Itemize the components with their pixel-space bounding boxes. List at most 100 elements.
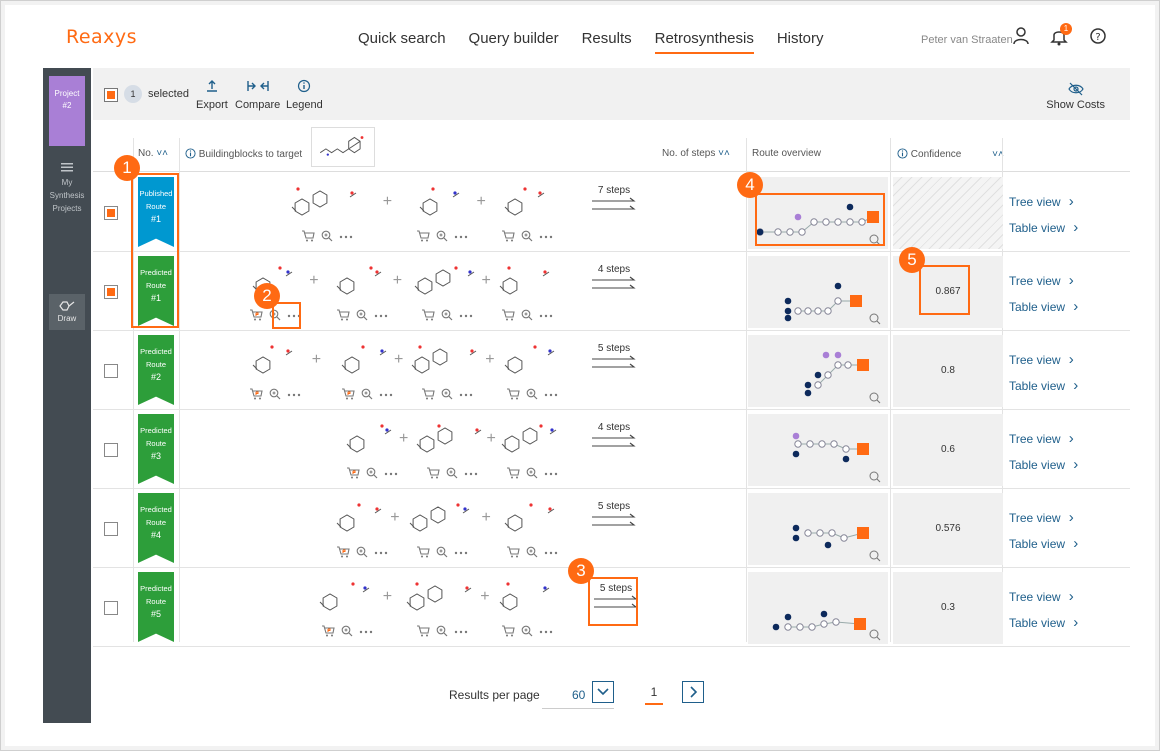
target-structure-thumbnail[interactable] bbox=[311, 127, 375, 167]
zoom-icon[interactable] bbox=[436, 230, 448, 242]
cart-icon[interactable] bbox=[416, 546, 430, 558]
zoom-icon[interactable] bbox=[446, 467, 458, 479]
cart-icon[interactable] bbox=[249, 388, 263, 400]
molecule-structure[interactable] bbox=[338, 335, 388, 383]
zoom-icon[interactable] bbox=[366, 467, 378, 479]
cart-icon[interactable] bbox=[506, 546, 520, 558]
table-view-link[interactable]: Table view bbox=[1009, 215, 1078, 241]
molecule-structure[interactable] bbox=[498, 414, 558, 462]
molecule-structure[interactable] bbox=[403, 572, 473, 620]
row-checkbox[interactable] bbox=[104, 443, 118, 457]
tree-view-link[interactable]: Tree view bbox=[1009, 268, 1078, 294]
zoom-icon[interactable] bbox=[521, 309, 533, 321]
molecule-structure[interactable] bbox=[406, 493, 471, 541]
cart-icon[interactable] bbox=[416, 625, 430, 637]
more-icon[interactable] bbox=[544, 546, 558, 558]
zoom-icon[interactable] bbox=[526, 467, 538, 479]
more-icon[interactable] bbox=[544, 388, 558, 400]
cart-icon[interactable] bbox=[249, 309, 263, 321]
cart-icon[interactable] bbox=[501, 309, 515, 321]
compare-button[interactable]: Compare bbox=[235, 78, 280, 111]
info-icon[interactable] bbox=[185, 148, 196, 159]
more-icon[interactable] bbox=[287, 388, 301, 400]
molecule-structure[interactable] bbox=[501, 335, 556, 383]
zoom-icon[interactable] bbox=[521, 625, 533, 637]
tree-view-link[interactable]: Tree view bbox=[1009, 347, 1078, 373]
molecule-structure[interactable] bbox=[411, 256, 476, 304]
more-icon[interactable] bbox=[539, 309, 553, 321]
molecule-structure[interactable] bbox=[316, 572, 371, 620]
cart-icon[interactable] bbox=[321, 625, 335, 637]
zoom-icon[interactable] bbox=[356, 546, 368, 558]
cart-icon[interactable] bbox=[421, 309, 435, 321]
col-steps-header[interactable]: No. of steps ˅˄ bbox=[662, 148, 730, 159]
cart-icon[interactable] bbox=[416, 230, 430, 242]
per-page-dropdown-button[interactable] bbox=[592, 681, 614, 703]
more-icon[interactable] bbox=[454, 625, 468, 637]
sort-icon[interactable]: ˅˄ bbox=[156, 148, 168, 159]
route-flag[interactable]: Predicted Route #5 bbox=[138, 572, 174, 642]
zoom-icon[interactable] bbox=[521, 230, 533, 242]
info-icon[interactable] bbox=[897, 148, 908, 159]
zoom-icon[interactable] bbox=[356, 309, 368, 321]
table-view-link[interactable]: Table view bbox=[1009, 294, 1078, 320]
route-overview[interactable] bbox=[748, 414, 888, 486]
more-icon[interactable] bbox=[359, 625, 373, 637]
select-all-checkbox[interactable] bbox=[104, 88, 118, 102]
route-flag[interactable]: Predicted Route #3 bbox=[138, 414, 174, 484]
current-page[interactable]: 1 bbox=[645, 685, 663, 705]
molecule-structure[interactable] bbox=[333, 256, 383, 304]
cart-icon[interactable] bbox=[336, 309, 350, 321]
steps-count[interactable]: 5 steps bbox=[588, 501, 640, 533]
more-icon[interactable] bbox=[544, 467, 558, 479]
more-icon[interactable] bbox=[539, 230, 553, 242]
table-view-link[interactable]: Table view bbox=[1009, 373, 1078, 399]
zoom-icon[interactable] bbox=[526, 388, 538, 400]
steps-count[interactable]: 4 steps bbox=[588, 264, 640, 296]
row-checkbox[interactable] bbox=[104, 285, 118, 299]
cart-icon[interactable] bbox=[501, 625, 515, 637]
cart-icon[interactable] bbox=[301, 230, 315, 242]
cart-icon[interactable] bbox=[426, 467, 440, 479]
nav-results[interactable]: Results bbox=[582, 30, 632, 54]
cart-icon[interactable] bbox=[336, 546, 350, 558]
cart-icon[interactable] bbox=[421, 388, 435, 400]
molecule-structure[interactable] bbox=[501, 493, 556, 541]
zoom-icon[interactable] bbox=[361, 388, 373, 400]
more-icon[interactable] bbox=[379, 388, 393, 400]
more-icon[interactable] bbox=[459, 309, 473, 321]
sort-icon[interactable]: ˅˄ bbox=[718, 148, 730, 159]
route-overview[interactable] bbox=[748, 335, 888, 407]
legend-button[interactable]: Legend bbox=[286, 78, 323, 111]
more-icon[interactable] bbox=[454, 230, 468, 242]
more-icon[interactable] bbox=[384, 467, 398, 479]
row-checkbox[interactable] bbox=[104, 206, 118, 220]
more-icon[interactable] bbox=[454, 546, 468, 558]
my-synthesis-projects[interactable]: My Synthesis Projects bbox=[47, 162, 87, 215]
row-checkbox[interactable] bbox=[104, 522, 118, 536]
cart-icon[interactable] bbox=[346, 467, 360, 479]
table-view-link[interactable]: Table view bbox=[1009, 610, 1078, 636]
tree-view-link[interactable]: Tree view bbox=[1009, 426, 1078, 452]
zoom-icon[interactable] bbox=[436, 546, 448, 558]
nav-quick-search[interactable]: Quick search bbox=[358, 30, 446, 54]
tree-view-link[interactable]: Tree view bbox=[1009, 584, 1078, 610]
molecule-structure[interactable] bbox=[496, 256, 551, 304]
help-icon[interactable]: ? bbox=[1088, 26, 1108, 46]
zoom-icon[interactable] bbox=[441, 388, 453, 400]
zoom-icon[interactable] bbox=[341, 625, 353, 637]
next-page-button[interactable] bbox=[682, 681, 704, 703]
export-button[interactable]: Export bbox=[196, 78, 228, 111]
more-icon[interactable] bbox=[539, 625, 553, 637]
route-flag[interactable]: Predicted Route #2 bbox=[138, 335, 174, 405]
route-overview[interactable] bbox=[748, 572, 888, 644]
user-icon[interactable] bbox=[1011, 26, 1031, 46]
cart-icon[interactable] bbox=[506, 467, 520, 479]
cart-icon[interactable] bbox=[501, 230, 515, 242]
zoom-icon[interactable] bbox=[321, 230, 333, 242]
molecule-structure[interactable] bbox=[408, 335, 478, 383]
reaxys-logo[interactable]: Reaxys bbox=[66, 26, 137, 48]
more-icon[interactable] bbox=[374, 309, 388, 321]
user-name[interactable]: Peter van Straaten bbox=[921, 34, 1013, 46]
molecule-structure[interactable] bbox=[249, 335, 294, 383]
